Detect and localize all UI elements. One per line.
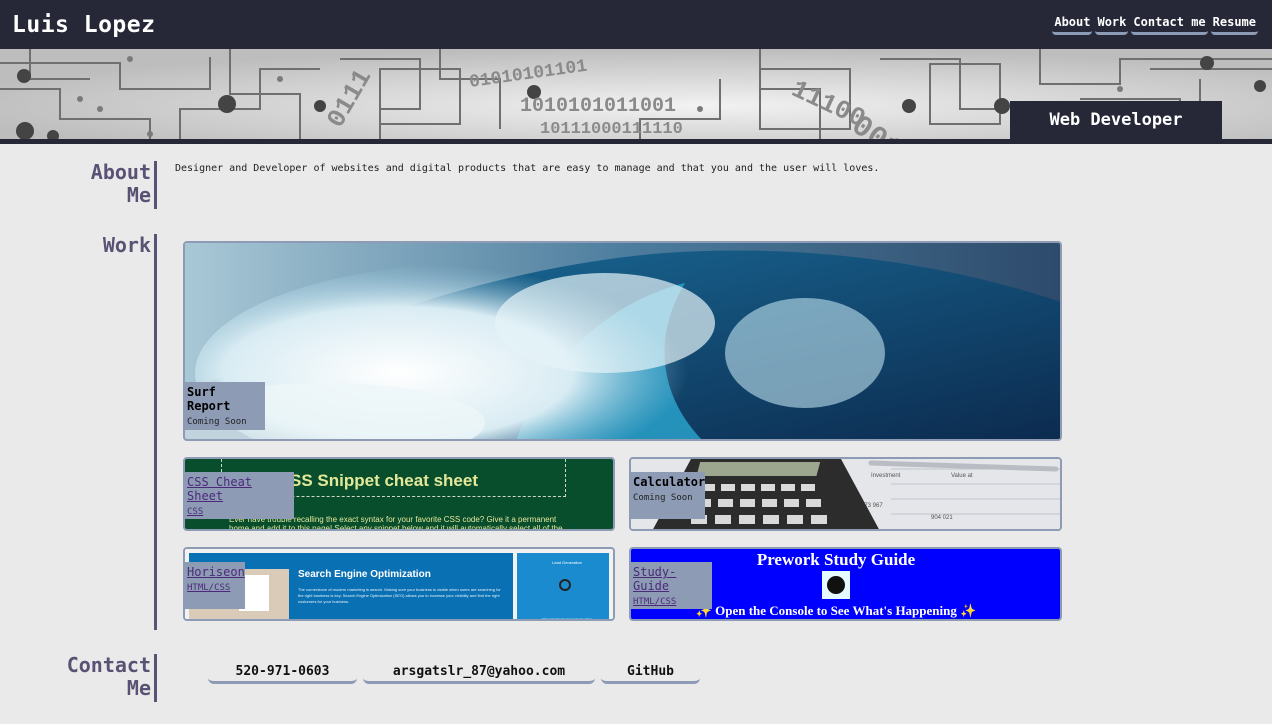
svg-text:904 021: 904 021 [931,515,953,521]
project-label: Study-Guide HTML/CSS [631,562,712,609]
nav-contact-link[interactable]: Contact me [1131,13,1208,35]
project-card-study-guide[interactable]: Prework Study Guide ✨ Open the Console t… [629,547,1062,621]
wave-image [185,243,1060,439]
contact-heading-line1: Contact [66,653,151,677]
project-subtitle-link[interactable]: HTML/CSS [187,583,243,593]
about-heading: About Me [88,161,157,209]
svg-text:10111000111110: 10111000111110 [540,120,683,139]
svg-text:Investment: Investment [871,473,901,479]
thumb-text: The cornerstone of modern marketing is s… [298,587,501,604]
project-subtitle: Coming Soon [633,493,693,503]
project-title-link[interactable]: Study-Guide [633,565,710,593]
thumb-side-text: Inbound strategies for lead generation [541,617,593,621]
thumb-side-title: Lead Generation [552,560,582,565]
work-heading: Work [90,234,157,630]
lead-generation-icon [559,579,571,591]
main-nav: About Work Contact me Resume [1052,13,1258,35]
about-heading-line2: Me [126,183,151,207]
project-label: CSS Cheat Sheet CSS [185,472,294,519]
project-label: Calculator Coming Soon [631,472,705,519]
cat-avatar-icon [822,571,850,599]
contact-heading: Contact Me [60,654,157,702]
project-label: Surf Report Coming Soon [185,382,265,430]
site-title: Luis Lopez [12,11,156,38]
project-card-css-cheat-sheet[interactable]: SS Snippet cheat sheet Ever have trouble… [183,457,615,531]
nav-about-link[interactable]: About [1052,13,1093,35]
project-card-calculator[interactable]: Investment Value at 373 967 904 021 Calcul… [629,457,1062,531]
github-link[interactable]: GitHub [601,664,700,684]
nav-resume-link[interactable]: Resume [1210,13,1258,35]
about-heading-line1: About [90,160,151,184]
web-developer-badge: Web Developer [1010,101,1222,139]
project-subtitle-link[interactable]: HTML/CSS [633,597,710,607]
project-card-surf-report[interactable]: Surf Report Coming Soon [183,241,1062,441]
project-subtitle-link[interactable]: CSS [187,507,292,517]
project-subtitle: Coming Soon [187,417,247,427]
nav-work-link[interactable]: Work [1095,13,1129,35]
horiseon-thumbnail: Search Engine Optimization The cornersto… [185,549,613,619]
thumb-title: Search Engine Optimization [298,569,431,580]
project-label: Horiseon HTML/CSS [185,562,245,609]
svg-text:1010101011001: 1010101011001 [520,95,676,118]
project-card-horiseon[interactable]: Search Engine Optimization The cornersto… [183,547,615,621]
project-title: Surf Report [187,385,231,413]
thumb-title: SS Snippet cheat sheet [290,471,478,490]
top-bar: Luis Lopez About Work Contact me Resume [0,0,1272,49]
svg-text:Value at: Value at [951,473,973,479]
work-heading-label: Work [102,233,151,257]
hero-banner: 1010101011001 10111000111110 01010101101… [0,49,1272,144]
contact-heading-line2: Me [126,676,151,700]
project-title: Calculator [633,475,706,489]
about-text: Designer and Developer of websites and d… [175,163,880,174]
project-title-link[interactable]: Horiseon [187,565,245,579]
phone-link[interactable]: 520-971-0603 [208,664,357,684]
email-link[interactable]: arsgatslr_87@yahoo.com [363,664,595,684]
project-title-link[interactable]: CSS Cheat Sheet [187,475,292,503]
